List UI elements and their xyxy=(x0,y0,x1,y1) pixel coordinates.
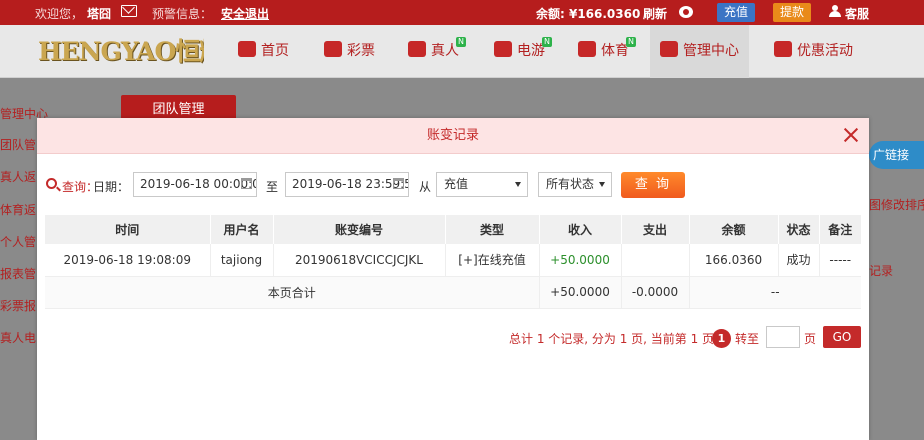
nav-lottery[interactable]: 彩票 xyxy=(324,25,375,78)
close-icon[interactable] xyxy=(843,127,859,143)
mail-icon[interactable] xyxy=(121,5,137,17)
current-page-badge[interactable]: 1 xyxy=(712,329,731,348)
new-badge: N xyxy=(542,37,552,47)
chevron-down-icon xyxy=(515,182,521,187)
logout-link[interactable]: 安全退出 xyxy=(221,5,269,22)
goto-label: 转至 xyxy=(735,332,760,346)
column-header: 用户名 xyxy=(209,215,273,244)
team-management-tab[interactable]: 团队管理 xyxy=(121,95,236,119)
chevron-down-icon xyxy=(599,182,605,187)
calendar-icon[interactable] xyxy=(241,178,252,189)
end-date-input[interactable]: 2019-06-18 23:59:59 xyxy=(285,172,409,197)
query-button[interactable]: 查 询 xyxy=(621,172,685,198)
date-label: 日期： xyxy=(93,180,130,194)
column-header: 收入 xyxy=(538,215,621,244)
promo-link-button[interactable]: 广链接 xyxy=(869,141,924,169)
user-icon xyxy=(660,41,678,57)
new-badge: N xyxy=(626,37,636,47)
summary-expense: -0.0000 xyxy=(620,276,689,309)
warning-label: 预警信息： xyxy=(152,7,213,21)
sidebar-item[interactable]: 团队管 xyxy=(0,136,36,153)
calendar-icon[interactable] xyxy=(393,178,404,189)
username: 塔囧 xyxy=(87,7,112,21)
table-row: 2019-06-18 19:08:09 tajiong 20190618VCIC… xyxy=(45,244,861,277)
cell-note: ----- xyxy=(818,244,861,277)
top-bar: 欢迎您， 塔囧 预警信息： 安全退出 余额: ¥166.0360 刷新 充值 提… xyxy=(0,0,924,25)
nav-sports[interactable]: 体育 xyxy=(578,25,629,78)
home-icon xyxy=(238,41,256,57)
column-header: 账变编号 xyxy=(272,215,445,244)
withdraw-button[interactable]: 提款 xyxy=(773,3,812,22)
column-header: 支出 xyxy=(620,215,689,244)
cell-income: +50.0000 xyxy=(538,244,621,277)
live-icon xyxy=(408,41,426,57)
transaction-dialog: 账变记录 查询： 日期： 2019-06-18 00:00:00 至 2019-… xyxy=(37,118,869,440)
nav-management[interactable]: 管理中心 xyxy=(650,25,749,78)
cell-type: [+]在线充值 xyxy=(444,244,539,277)
welcome-text: 欢迎您， xyxy=(35,7,84,21)
sidebar-item[interactable]: 真人电 xyxy=(0,329,36,346)
column-header: 状态 xyxy=(777,215,819,244)
summary-balance: -- xyxy=(688,276,861,309)
sidebar-item[interactable]: 报表管 xyxy=(0,265,36,282)
sidebar-item[interactable]: 彩票报 xyxy=(0,297,36,314)
slots-icon xyxy=(494,41,512,57)
service-link[interactable]: 客服 xyxy=(845,5,869,22)
to-label: 至 xyxy=(266,180,279,194)
go-button[interactable]: GO xyxy=(823,326,861,348)
deposit-button[interactable]: 充值 xyxy=(717,3,756,22)
from-label: 从 xyxy=(419,180,432,194)
summary-label: 本页合计 xyxy=(45,276,539,309)
logo[interactable]: HENGYAO恒耀 xyxy=(38,35,204,69)
main-nav: HENGYAO恒耀 首页 彩票 真人 N 电游 N 体育 N 管理中心 优惠活动 xyxy=(0,25,924,78)
nav-slots[interactable]: 电游 xyxy=(494,25,545,78)
lottery-icon xyxy=(324,41,342,57)
summary-income: +50.0000 xyxy=(538,276,621,309)
cell-time: 2019-06-18 19:08:09 xyxy=(45,244,210,277)
transaction-table: 时间 用户名 账变编号 类型 收入 支出 余额 状态 备注 2019-06-18… xyxy=(45,215,861,309)
column-header: 余额 xyxy=(688,215,778,244)
pager-summary: 总计 1 个记录, 分为 1 页, 当前第 1 页 xyxy=(509,332,715,346)
new-badge: N xyxy=(456,37,466,47)
sidebar-item[interactable]: 真人返 xyxy=(0,168,36,185)
column-header: 类型 xyxy=(444,215,539,244)
right-fragment: 记录 xyxy=(869,264,894,278)
nav-home[interactable]: 首页 xyxy=(238,25,289,78)
cell-user: tajiong xyxy=(209,244,273,277)
search-icon xyxy=(46,178,57,189)
dialog-title: 账变记录 xyxy=(426,128,479,143)
type-select[interactable]: 充值 xyxy=(436,172,528,197)
column-header: 时间 xyxy=(45,215,210,244)
nav-live[interactable]: 真人 xyxy=(408,25,459,78)
summary-row: 本页合计 +50.0000 -0.0000 -- xyxy=(45,276,861,309)
nav-promotions[interactable]: 优惠活动 xyxy=(774,25,853,78)
refresh-link[interactable]: 刷新 xyxy=(643,5,667,22)
cell-balance: 166.0360 xyxy=(688,244,778,277)
table-header-row: 时间 用户名 账变编号 类型 收入 支出 余额 状态 备注 xyxy=(45,215,861,244)
user-icon xyxy=(829,5,841,18)
cell-expense xyxy=(620,244,689,277)
cell-id: 20190618VCICCJCJKL xyxy=(272,244,445,277)
right-fragment: 图修改排序 xyxy=(869,198,924,212)
sidebar-item[interactable]: 个人管 xyxy=(0,233,36,250)
column-header: 备注 xyxy=(818,215,861,244)
cell-status: 成功 xyxy=(777,244,819,277)
balance-text: 余额: ¥166.0360 xyxy=(536,7,641,21)
sidebar-item[interactable]: 体育返 xyxy=(0,201,36,218)
page-number-input[interactable] xyxy=(766,326,800,348)
eye-icon[interactable] xyxy=(679,6,693,18)
start-date-input[interactable]: 2019-06-18 00:00:00 xyxy=(133,172,257,197)
status-select[interactable]: 所有状态 xyxy=(538,172,612,197)
gift-icon xyxy=(774,41,792,57)
page-suffix: 页 xyxy=(804,332,817,346)
trophy-icon xyxy=(578,41,596,57)
